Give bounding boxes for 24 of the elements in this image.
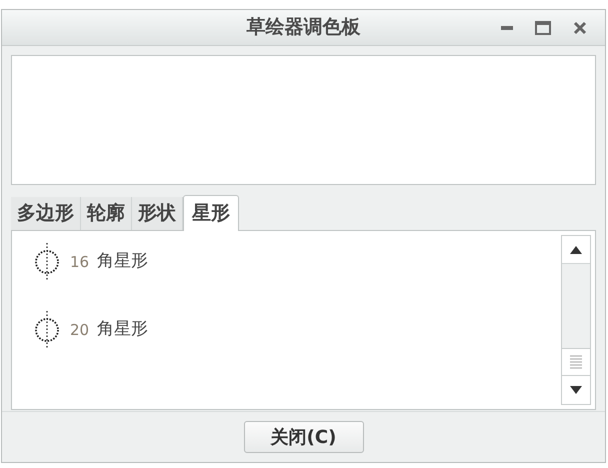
tab[interactable]: 多边形 xyxy=(11,197,81,230)
grip-icon xyxy=(570,355,582,369)
minimize-icon[interactable] xyxy=(501,24,513,30)
maximize-icon[interactable] xyxy=(535,20,551,34)
tab[interactable]: 形状 xyxy=(132,197,183,230)
list-item[interactable]: 16 角星形 xyxy=(32,243,561,281)
tab[interactable]: 轮廓 xyxy=(81,197,132,230)
point-count: 16 xyxy=(70,252,90,273)
tab[interactable]: 星形 xyxy=(183,195,239,231)
scrollbar[interactable] xyxy=(561,235,591,405)
point-count: 20 xyxy=(70,320,90,341)
list-item[interactable]: 20 角星形 xyxy=(32,311,561,349)
down-arrow-icon xyxy=(570,386,582,394)
close-icon[interactable] xyxy=(573,20,587,34)
star-icon xyxy=(32,311,62,349)
star-icon xyxy=(32,243,62,281)
item-label: 角星形 xyxy=(97,318,148,342)
scroll-up-button[interactable] xyxy=(562,236,590,264)
close-button[interactable]: 关闭(C) xyxy=(244,421,364,453)
scroll-thumb[interactable] xyxy=(562,348,590,376)
scroll-down-button[interactable] xyxy=(562,376,590,404)
up-arrow-icon xyxy=(570,246,582,254)
item-label: 角星形 xyxy=(97,250,148,274)
window-title: 草绘器调色板 xyxy=(246,15,360,40)
